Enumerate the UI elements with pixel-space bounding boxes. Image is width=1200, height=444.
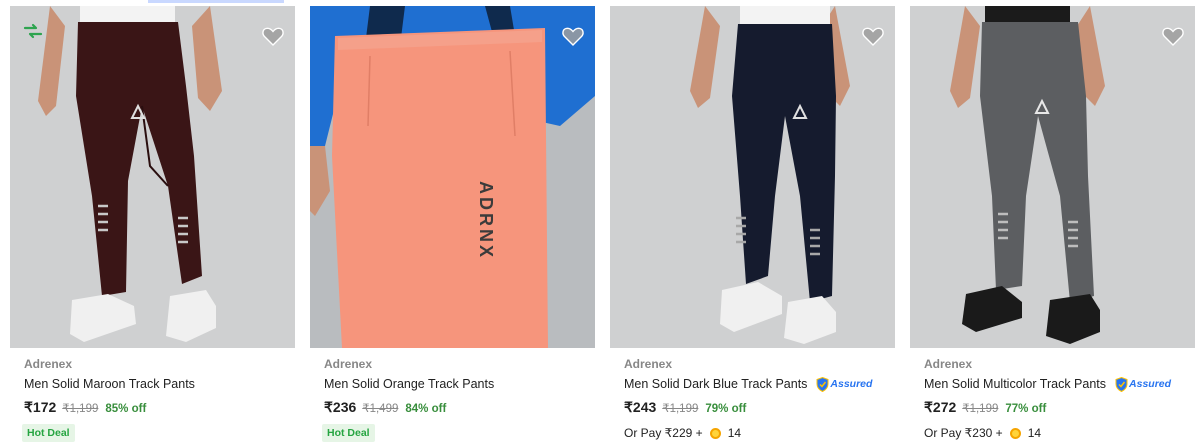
- product-title[interactable]: Men Solid Maroon Track Pants: [24, 377, 195, 391]
- product-card[interactable]: Adrenex Men Solid Dark Blue Track Pants …: [600, 0, 900, 444]
- coin-offer: Or Pay ₹229 + 14: [624, 426, 741, 440]
- pant-logo-text: ADRNX: [476, 181, 496, 260]
- title-row: Men Solid Maroon Track Pants: [24, 374, 294, 394]
- product-image[interactable]: ADRNX: [310, 6, 595, 348]
- product-grid: Adrenex Men Solid Maroon Track Pants ₹17…: [0, 0, 1200, 444]
- assured-label: Assured: [1129, 378, 1172, 390]
- or-pay-text: Or Pay ₹230 +: [924, 426, 1003, 440]
- product-image[interactable]: [10, 6, 295, 348]
- product-brand: Adrenex: [624, 357, 673, 371]
- product-title[interactable]: Men Solid Orange Track Pants: [324, 377, 494, 391]
- selling-price: ₹236: [324, 399, 357, 415]
- extra-row: Hot Deal: [22, 423, 294, 443]
- price-row: ₹172 ₹1,199 85% off: [24, 399, 294, 417]
- discount-percent: 79% off: [705, 403, 747, 415]
- or-pay-text: Or Pay ₹229 +: [624, 426, 703, 440]
- heart-icon[interactable]: [261, 24, 285, 48]
- supercoin-icon: [709, 427, 721, 439]
- title-row: Men Solid Multicolor Track Pants Assured: [924, 374, 1194, 394]
- coin-count: 14: [727, 426, 742, 440]
- extra-row: Hot Deal: [322, 423, 594, 443]
- discount-percent: 85% off: [105, 403, 147, 415]
- coin-offer: Or Pay ₹230 + 14: [924, 426, 1041, 440]
- original-price: ₹1,499: [362, 403, 399, 415]
- heart-icon[interactable]: [561, 24, 585, 48]
- product-title[interactable]: Men Solid Dark Blue Track Pants: [624, 377, 807, 391]
- original-price: ₹1,199: [662, 403, 699, 415]
- assured-badge: Assured: [1115, 376, 1171, 392]
- product-info: Adrenex Men Solid Maroon Track Pants ₹17…: [22, 356, 294, 443]
- selling-price: ₹172: [24, 399, 57, 415]
- extra-row: Or Pay ₹230 + 14: [924, 423, 1194, 443]
- product-info: Adrenex Men Solid Dark Blue Track Pants …: [624, 356, 894, 443]
- discount-percent: 77% off: [1005, 403, 1047, 415]
- product-info: Adrenex Men Solid Orange Track Pants ₹23…: [322, 356, 594, 443]
- hot-deal-badge: Hot Deal: [322, 424, 375, 442]
- compare-arrows-icon[interactable]: [22, 20, 44, 42]
- assured-shield-icon: [816, 376, 829, 392]
- product-title[interactable]: Men Solid Multicolor Track Pants: [924, 377, 1106, 391]
- product-brand: Adrenex: [324, 357, 373, 371]
- coin-count: 14: [1027, 426, 1042, 440]
- hot-deal-badge: Hot Deal: [22, 424, 75, 442]
- discount-percent: 84% off: [405, 403, 447, 415]
- product-image[interactable]: [910, 6, 1195, 348]
- product-image[interactable]: [610, 6, 895, 348]
- assured-shield-icon: [1115, 376, 1128, 392]
- product-brand: Adrenex: [24, 357, 73, 371]
- price-row: ₹272 ₹1,199 77% off: [924, 399, 1194, 417]
- product-info: Adrenex Men Solid Multicolor Track Pants…: [924, 356, 1194, 443]
- title-row: Men Solid Orange Track Pants: [324, 374, 594, 394]
- selling-price: ₹272: [924, 399, 957, 415]
- product-brand: Adrenex: [924, 357, 973, 371]
- supercoin-icon: [1009, 427, 1021, 439]
- heart-icon[interactable]: [1161, 24, 1185, 48]
- original-price: ₹1,199: [962, 403, 999, 415]
- price-row: ₹236 ₹1,499 84% off: [324, 399, 594, 417]
- title-row: Men Solid Dark Blue Track Pants Assured: [624, 374, 894, 394]
- assured-badge: Assured: [816, 376, 872, 392]
- price-row: ₹243 ₹1,199 79% off: [624, 399, 894, 417]
- product-card[interactable]: Adrenex Men Solid Maroon Track Pants ₹17…: [0, 0, 300, 444]
- extra-row: Or Pay ₹229 + 14: [624, 423, 894, 443]
- product-card[interactable]: ADRNX Adrenex Men Solid Orange Track Pan…: [300, 0, 600, 444]
- product-card[interactable]: Adrenex Men Solid Multicolor Track Pants…: [900, 0, 1200, 444]
- assured-label: Assured: [830, 378, 873, 390]
- heart-icon[interactable]: [861, 24, 885, 48]
- original-price: ₹1,199: [62, 403, 99, 415]
- selling-price: ₹243: [624, 399, 657, 415]
